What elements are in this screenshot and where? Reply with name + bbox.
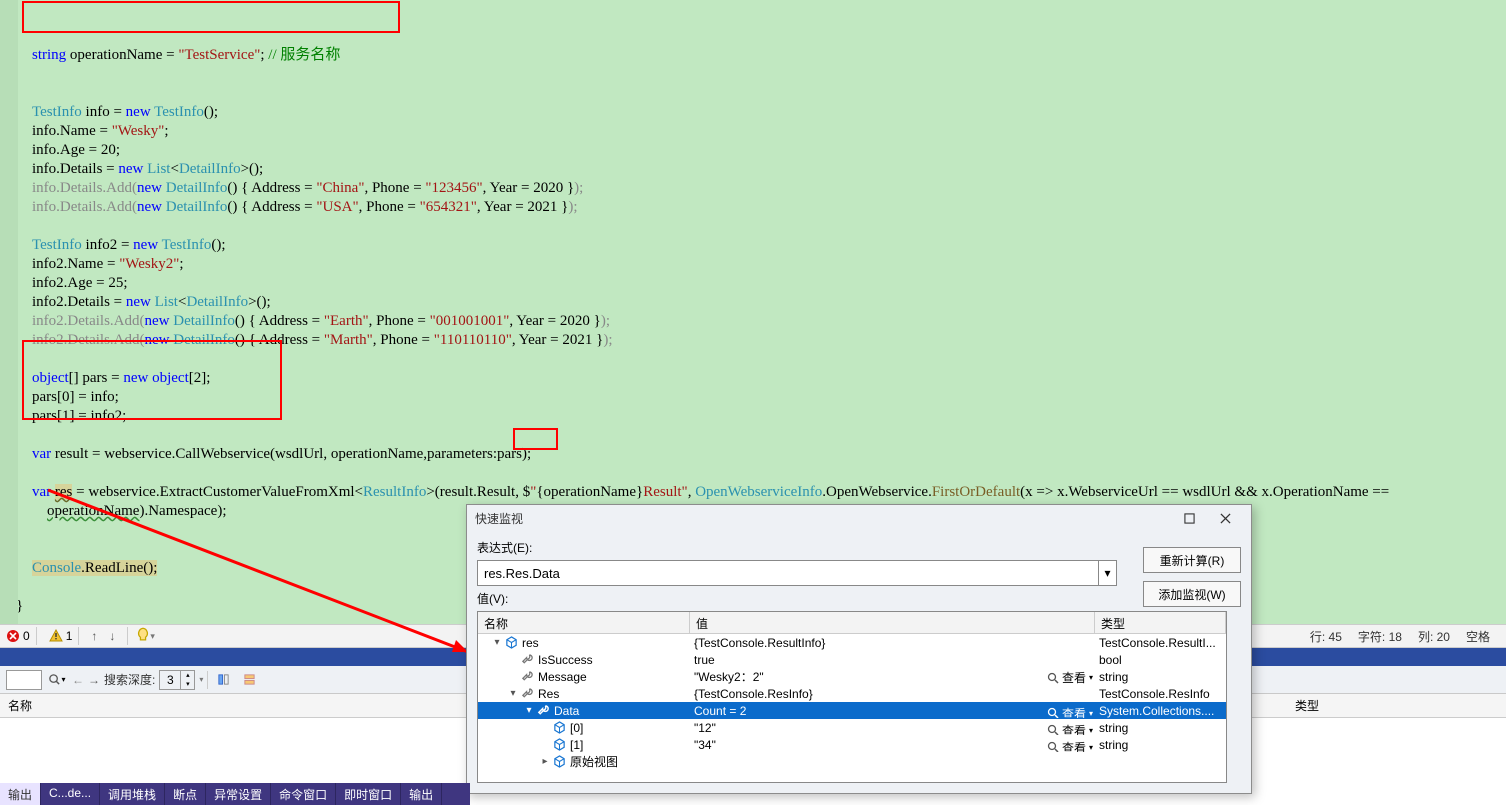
search-depth-stepper[interactable]: 3 ▴▾ [159,670,195,690]
expander-icon[interactable] [508,655,518,665]
row-value: true [694,653,715,667]
expander-icon[interactable] [540,723,550,733]
expander-icon[interactable] [492,638,502,648]
grid-header-type[interactable]: 类型 [1095,612,1226,633]
bottom-tab[interactable]: 输出 [401,783,442,805]
warning-icon [49,629,63,643]
wrench-icon [520,653,534,667]
search-input[interactable] [6,670,42,690]
row-type: string [1095,738,1226,752]
bottom-tab[interactable]: C...de... [41,783,100,805]
expander-icon[interactable] [508,689,518,699]
watch-row[interactable]: Message "Wesky2：2" 查看▾string [478,668,1226,685]
row-value: {TestConsole.ResInfo} [694,687,813,701]
row-type: string [1095,721,1226,735]
row-type: bool [1095,653,1226,667]
watch-row[interactable]: [0] "12" 查看▾string [478,719,1226,736]
row-value: Count = 2 [694,704,746,718]
add-watch-button[interactable]: 添加监视(W) [1143,581,1241,607]
cursor-col: 列: 20 [1418,628,1450,645]
watch-grid: 名称 值 类型 res {TestConsole.ResultInfo} TestC… [477,611,1227,783]
bottom-tab[interactable]: 输出 [0,783,41,805]
row-name: [1] [570,738,583,752]
editor-gutter [0,0,18,624]
row-type: System.Collections.... [1095,704,1226,718]
toolbar-button-2[interactable] [238,669,260,691]
prop-icon [536,704,550,718]
lookup-button[interactable]: 查看▾ [1047,705,1093,718]
bottom-tab[interactable]: 调用堆栈 [100,783,165,805]
row-name: Res [538,687,559,701]
wrench-icon [520,687,534,701]
dialog-titlebar[interactable]: 快速监视 [467,505,1251,531]
watch-row[interactable]: [1] "34" 查看▾string [478,736,1226,753]
column-header-name[interactable]: 名称 [8,697,32,714]
watch-row[interactable]: 原始视图 [478,753,1226,770]
close-button[interactable] [1207,506,1243,530]
watch-row[interactable]: Res {TestConsole.ResInfo} TestConsole.ResI… [478,685,1226,702]
error-count[interactable]: 0 [6,629,30,643]
lookup-button[interactable]: 查看▾ [1047,669,1093,685]
object-icon [504,636,518,650]
toolbar-button-1[interactable] [212,669,234,691]
error-icon [6,629,20,643]
search-depth-label: 搜索深度: [104,671,155,688]
watch-row[interactable]: res {TestConsole.ResultInfo} TestConsole.R… [478,634,1226,651]
lookup-button[interactable]: 查看▾ [1047,739,1093,752]
warning-count[interactable]: 1 [49,629,73,643]
row-name: Message [538,670,587,684]
recalculate-button[interactable]: 重新计算(R) [1143,547,1241,573]
comment: // 服务名称 [268,47,340,63]
value-label: 值(V): [477,590,537,607]
expander-icon[interactable] [540,740,550,750]
quick-watch-dialog: 快速监视 表达式(E): ▾ 值(V): 名称 值 类型 res {TestCon… [466,504,1252,794]
cursor-char: 字符: 18 [1358,628,1402,645]
grid-header-value[interactable]: 值 [690,612,1095,633]
bottom-tab[interactable]: 异常设置 [206,783,271,805]
expression-dropdown-icon[interactable]: ▾ [1098,561,1116,585]
row-name: Data [554,704,579,718]
row-value: {TestConsole.ResultInfo} [694,636,825,650]
grid-header-name[interactable]: 名称 [478,612,690,633]
expander-icon[interactable] [540,757,550,767]
object-icon [552,721,566,735]
column-header-type[interactable]: 类型 [1295,697,1319,714]
row-type: string [1095,670,1226,684]
row-type: TestConsole.ResultI... [1095,636,1226,650]
row-name: [0] [570,721,583,735]
maximize-button[interactable] [1171,506,1207,530]
next-issue-button[interactable]: ↓ [103,627,121,645]
search-magnifier-icon[interactable]: ▾ [46,669,68,691]
expander-icon[interactable] [524,706,534,716]
object-icon [552,755,566,769]
row-value: "Wesky2：2" [694,668,764,685]
expression-label: 表达式(E): [477,539,537,556]
watch-row[interactable]: IsSuccess true bool [478,651,1226,668]
dialog-title: 快速监视 [475,510,1171,527]
bottom-tab[interactable]: 即时窗口 [336,783,401,805]
row-name: res [522,636,539,650]
indent-mode: 空格 [1466,628,1490,645]
keyword: string [32,47,66,63]
row-type: TestConsole.ResInfo [1095,687,1226,701]
bottom-tabs: 输出C...de...调用堆栈断点异常设置命令窗口即时窗口输出 [0,783,470,805]
row-value: "12" [694,721,716,735]
prev-issue-button[interactable]: ↑ [85,627,103,645]
variable-res-highlighted: res [55,484,73,500]
watch-row[interactable]: Data Count = 2 查看▾System.Collections.... [478,702,1226,719]
lookup-button[interactable]: 查看▾ [1047,722,1093,735]
bottom-tab[interactable]: 断点 [165,783,206,805]
expander-icon[interactable] [508,672,518,682]
expression-input[interactable]: ▾ [477,560,1117,586]
object-icon [552,738,566,752]
watch-grid-header: 名称 值 类型 [478,612,1226,634]
bottom-tab[interactable]: 命令窗口 [271,783,336,805]
row-value: "34" [694,738,716,752]
row-name: 原始视图 [570,753,618,770]
row-name: IsSuccess [538,653,593,667]
wrench-icon [520,670,534,684]
cursor-line: 行: 45 [1310,628,1342,645]
